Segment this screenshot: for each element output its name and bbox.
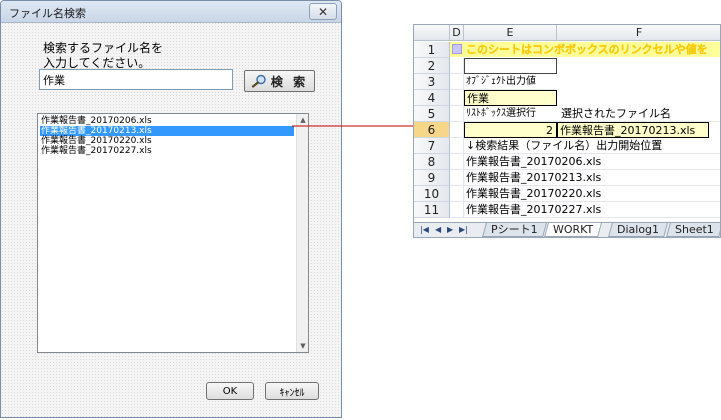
cell-d3[interactable] (450, 74, 464, 90)
spreadsheet: D E F 1 2 3 4 5 6 7 8 9 10 11 このシートはコンボボ… (413, 24, 721, 238)
banner-marker-icon (452, 44, 462, 54)
dialog-titlebar[interactable]: ファイル名検索 ✕ (1, 1, 341, 23)
cell-e10[interactable]: 作業報告書_20170220.xls (464, 186, 720, 202)
column-header-e[interactable]: E (464, 25, 557, 41)
cell-d11[interactable] (450, 202, 464, 218)
cell-e6[interactable]: 2 (464, 122, 557, 138)
list-item[interactable]: 作業報告書_20170206.xls (40, 116, 294, 126)
listbox-scrollbar[interactable]: ▲ ▼ (296, 114, 308, 352)
row-header-5[interactable]: 5 (414, 106, 450, 122)
ok-button[interactable]: OK (206, 382, 254, 400)
cell-e4[interactable]: 作業 (464, 90, 557, 106)
cell-e7[interactable]: ↓検索結果（ファイル名）出力開始位置 (464, 138, 720, 154)
row-header-9[interactable]: 9 (414, 170, 450, 186)
list-item[interactable]: 作業報告書_20170227.xls (40, 146, 294, 156)
cell-d2[interactable] (450, 58, 464, 74)
cell-d9[interactable] (450, 170, 464, 186)
row-header-10[interactable]: 10 (414, 186, 450, 202)
next-sheet-icon[interactable]: ▶ (447, 225, 453, 234)
close-icon: ✕ (317, 4, 329, 19)
file-search-dialog: ファイル名検索 ✕ 検索するファイル名を 入力してください。 検 索 作業報告書… (0, 0, 342, 418)
select-all-corner[interactable] (414, 25, 450, 41)
prev-sheet-icon[interactable]: ◀ (435, 225, 441, 234)
search-button[interactable]: 検 索 (244, 70, 315, 92)
sheet-note-banner[interactable]: このシートはコンボボックスのリンクセルや値を (450, 42, 720, 57)
cell-d4[interactable] (450, 90, 464, 106)
cell-e2[interactable] (464, 58, 557, 74)
row-header-2[interactable]: 2 (414, 58, 450, 74)
cell-e5[interactable]: ﾘｽﾄﾎﾞｯｸｽ選択行 (464, 106, 557, 122)
row-header-1[interactable]: 1 (414, 42, 450, 58)
cell-f6[interactable]: 作業報告書_20170213.xls (557, 122, 709, 138)
row-header-11[interactable]: 11 (414, 202, 450, 218)
magnifier-icon (251, 74, 266, 88)
list-item-selected[interactable]: 作業報告書_20170213.xls (40, 126, 294, 136)
cell-d7[interactable] (450, 138, 464, 154)
search-input[interactable] (39, 69, 233, 90)
first-sheet-icon[interactable]: |◀ (420, 225, 429, 234)
dialog-title: ファイル名検索 (9, 7, 86, 20)
column-header-f[interactable]: F (557, 25, 720, 41)
cell-e3[interactable]: ｵﾌﾞｼﾞｪｸﾄ出力値 (464, 74, 557, 90)
last-sheet-icon[interactable]: ▶| (459, 225, 468, 234)
sheet-tab-sheet1[interactable]: Sheet1 (666, 223, 720, 237)
sheet-tab-bar: |◀ ◀ ▶ ▶| Pシート1 WORKT Dialog1 Sheet1 (414, 222, 720, 237)
sheet-tab-dialog1[interactable]: Dialog1 (608, 223, 668, 237)
row-header-7[interactable]: 7 (414, 138, 450, 154)
search-button-label: 検 索 (270, 74, 309, 89)
cell-d10[interactable] (450, 186, 464, 202)
list-item[interactable]: 作業報告書_20170220.xls (40, 136, 294, 146)
row-header-6[interactable]: 6 (414, 122, 450, 138)
cell-e8[interactable]: 作業報告書_20170206.xls (464, 154, 720, 170)
cell-f5[interactable]: 選択されたファイル名 (557, 106, 720, 122)
row-header-3[interactable]: 3 (414, 74, 450, 90)
sheet-tab-p1[interactable]: Pシート1 (482, 223, 547, 237)
column-header-d[interactable]: D (450, 25, 464, 41)
cell-e11[interactable]: 作業報告書_20170227.xls (464, 202, 720, 218)
cell-d8[interactable] (450, 154, 464, 170)
close-button[interactable]: ✕ (309, 3, 337, 20)
sheet-tab-workt[interactable]: WORKT (544, 223, 603, 237)
row-header-4[interactable]: 4 (414, 90, 450, 106)
scroll-down-icon[interactable]: ▼ (297, 340, 309, 352)
cell-e9[interactable]: 作業報告書_20170213.xls (464, 170, 720, 186)
search-prompt-label: 検索するファイル名を 入力してください。 (43, 41, 164, 70)
cell-d6[interactable] (450, 122, 464, 138)
row-header-8[interactable]: 8 (414, 154, 450, 170)
file-listbox[interactable]: 作業報告書_20170206.xls 作業報告書_20170213.xls 作業… (37, 113, 309, 353)
cell-d5[interactable] (450, 106, 464, 122)
cancel-button[interactable]: ｷｬﾝｾﾙ (265, 382, 319, 400)
